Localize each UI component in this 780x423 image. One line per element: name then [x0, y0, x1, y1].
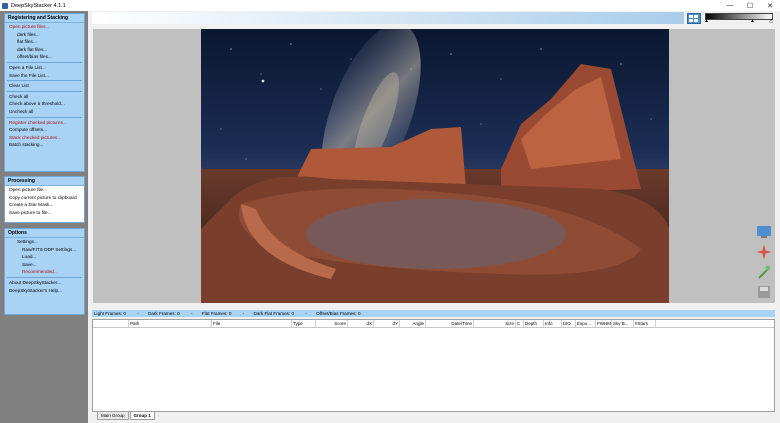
column-header-check[interactable] — [93, 320, 129, 327]
column-header-size[interactable]: Size — [474, 320, 516, 327]
sidebar: Registering and Stacking Open picture fi… — [0, 11, 88, 423]
black-point-marker[interactable]: ▲ — [704, 19, 709, 24]
light-frames-count: Light Frames: 0 — [94, 311, 126, 316]
save-file-list-link[interactable]: Save the File List... — [5, 72, 84, 80]
mid-point-marker[interactable]: ▲ — [750, 19, 755, 24]
clear-list-link[interactable]: Clear List — [5, 82, 84, 90]
dark-flat-frames-count: Dark Flat Frames: 0 — [253, 311, 295, 316]
save-settings-link[interactable]: Save... — [5, 261, 84, 269]
column-header-dx[interactable]: dX — [348, 320, 374, 327]
separator: - — [190, 311, 193, 316]
offset-bias-files-link[interactable]: offset/bias files... — [5, 53, 84, 61]
image-mode-button[interactable] — [687, 13, 701, 24]
dark-files-link[interactable]: dark files... — [5, 31, 84, 39]
disk-icon — [758, 286, 770, 298]
magic-wand-button[interactable] — [755, 264, 773, 280]
column-header-fwhm[interactable]: FWHM — [596, 320, 612, 327]
stack-checked-link[interactable]: Stack checked pictures... — [5, 134, 84, 142]
separator: - — [242, 311, 245, 316]
compute-offsets-link[interactable]: Compute offsets... — [5, 126, 84, 134]
check-all-link[interactable]: Check all — [5, 93, 84, 101]
offset-frames-count: Offset/Bias Frames: 0 — [316, 311, 361, 316]
recommended-settings-link[interactable]: Recommended... — [5, 268, 84, 276]
dark-flat-files-link[interactable]: dark flat files... — [5, 46, 84, 54]
column-header-score[interactable]: Score — [316, 320, 348, 327]
load-settings-link[interactable]: Load... — [5, 253, 84, 261]
uncheck-all-link[interactable]: Uncheck all — [5, 108, 84, 116]
flat-files-link[interactable]: flat files... — [5, 38, 84, 46]
tab-group-1[interactable]: Group 1 — [129, 412, 155, 420]
open-picture-file-link[interactable]: Open picture file... — [5, 186, 84, 194]
window-controls: — ☐ ✕ — [720, 0, 780, 11]
divider — [7, 80, 82, 82]
options-header: Options — [5, 229, 84, 238]
register-checked-link[interactable]: Register checked pictures... — [5, 119, 84, 127]
group-tabs: Main Group Group 1 — [92, 412, 775, 423]
column-header-type[interactable]: Type — [292, 320, 316, 327]
column-header-c[interactable]: C — [516, 320, 524, 327]
check-above-threshold-link[interactable]: Check above a threshold... — [5, 100, 84, 108]
grid-icon — [689, 14, 698, 22]
levels-gradient[interactable] — [705, 13, 773, 20]
title-bar: DeepSkyStacker 4.1.1 — ☐ ✕ — [0, 0, 780, 11]
settings-link[interactable]: Settings... — [5, 238, 84, 246]
monitor-icon — [757, 226, 771, 238]
processing-panel: Processing Open picture file... Copy cur… — [4, 176, 85, 223]
file-list-table[interactable]: Path File Type Score dX dY Angle Date/Ti… — [92, 319, 775, 412]
open-file-list-link[interactable]: Open a File List... — [5, 64, 84, 72]
preview-image — [201, 29, 669, 303]
window-title: DeepSkyStacker 4.1.1 — [11, 2, 66, 9]
column-header-iso[interactable]: ISO — [562, 320, 576, 327]
image-toolbar-strip — [92, 12, 684, 24]
divider — [7, 116, 82, 118]
add-comet-button[interactable] — [755, 244, 773, 260]
tool-palette — [755, 224, 775, 304]
table-header: Path File Type Score dX dY Angle Date/Ti… — [93, 320, 774, 328]
tab-main-group[interactable]: Main Group — [97, 412, 129, 420]
column-header-info[interactable]: Info — [544, 320, 562, 327]
frame-counts-bar: Light Frames: 0 - Dark Frames: 0 - Flat … — [92, 310, 775, 317]
dark-frames-count: Dark Frames: 0 — [148, 311, 180, 316]
column-header-datetime[interactable]: Date/Time — [426, 320, 474, 327]
registering-panel: Registering and Stacking Open picture fi… — [4, 13, 85, 172]
flat-frames-count: Flat Frames: 0 — [201, 311, 232, 316]
separator: - — [137, 311, 139, 316]
column-header-dy[interactable]: dY — [374, 320, 400, 327]
sparkle-icon — [758, 265, 771, 279]
column-header-sky-background[interactable]: Sky B... — [612, 320, 634, 327]
white-point-marker[interactable]: △ — [769, 19, 773, 24]
save-picture-link[interactable]: Save picture to file... — [5, 209, 84, 217]
raw-fits-settings-link[interactable]: Raw/FITS DDP Settings... — [5, 246, 84, 254]
column-header-file[interactable]: File — [212, 320, 292, 327]
column-header-angle[interactable]: Angle — [400, 320, 426, 327]
star-icon — [756, 244, 772, 260]
registering-header: Registering and Stacking — [5, 14, 84, 23]
separator: - — [305, 311, 307, 316]
edit-stars-button[interactable] — [755, 224, 773, 240]
processing-header: Processing — [5, 177, 84, 186]
divider — [7, 276, 82, 278]
app-icon — [2, 2, 8, 9]
column-header-exposure[interactable]: Expo... — [576, 320, 596, 327]
divider — [7, 90, 82, 92]
maximize-button[interactable]: ☐ — [740, 0, 760, 11]
close-button[interactable]: ✕ — [760, 0, 780, 11]
batch-stacking-link[interactable]: Batch stacking... — [5, 141, 84, 149]
create-star-mask-link[interactable]: Create a Star Mask... — [5, 201, 84, 209]
open-picture-files-link[interactable]: Open picture files... — [5, 23, 84, 31]
minimize-button[interactable]: — — [720, 0, 740, 11]
copy-to-clipboard-link[interactable]: Copy current picture to clipboard — [5, 194, 84, 202]
save-edits-button[interactable] — [755, 284, 773, 300]
divider — [7, 61, 82, 63]
help-link[interactable]: DeepSkyStacker's Help... — [5, 287, 84, 295]
column-header-depth[interactable]: Depth — [524, 320, 544, 327]
column-header-stars[interactable]: #Stars — [634, 320, 656, 327]
column-header-path[interactable]: Path — [129, 320, 212, 327]
about-link[interactable]: About DeepSkyStacker... — [5, 279, 84, 287]
options-panel: Options Settings... Raw/FITS DDP Setting… — [4, 228, 85, 315]
